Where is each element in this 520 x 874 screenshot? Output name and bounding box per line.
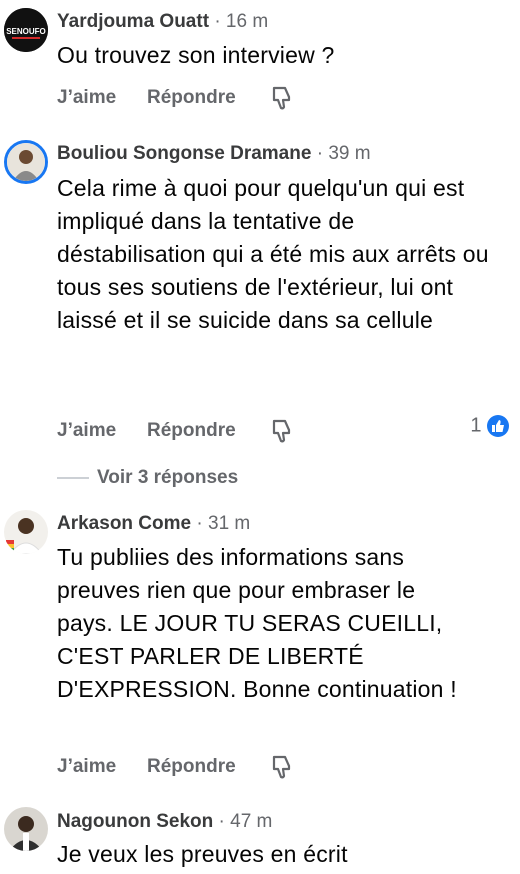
reaction-count: 1: [470, 414, 482, 437]
reply-button[interactable]: Répondre: [147, 420, 236, 442]
like-button[interactable]: J’aime: [57, 756, 116, 778]
avatar[interactable]: [4, 807, 48, 851]
comment-header: Nagounon Sekon · 47 m: [57, 811, 272, 833]
separator-dot: ·: [214, 11, 221, 32]
avatar-photo: [7, 143, 45, 181]
avatar[interactable]: [4, 510, 48, 554]
avatar[interactable]: [4, 140, 48, 184]
separator-dot: ·: [218, 811, 225, 832]
comment-header: Bouliou Songonse Dramane · 39 m: [57, 143, 371, 165]
author-name[interactable]: Arkason Come: [57, 513, 191, 534]
comment-time[interactable]: 16 m: [226, 11, 268, 32]
avatar-photo: [4, 510, 48, 554]
separator-dot: ·: [196, 513, 203, 534]
avatar-logo: SENOUFO: [4, 8, 48, 52]
reaction-summary[interactable]: 1: [470, 414, 510, 444]
comment-text: Ou trouvez son interview ?: [57, 42, 335, 68]
comment-time[interactable]: 39 m: [328, 143, 370, 164]
author-name[interactable]: Nagounon Sekon: [57, 811, 213, 832]
comment-time[interactable]: 47 m: [230, 811, 272, 832]
separator-dot: ·: [316, 143, 324, 164]
comment-time[interactable]: 31 m: [208, 513, 250, 534]
comment-header: Arkason Come · 31 m: [57, 513, 250, 535]
thumbs-down-icon[interactable]: [271, 85, 293, 111]
reply-button[interactable]: Répondre: [147, 756, 236, 778]
author-name[interactable]: Yardjouma Ouatt: [57, 11, 209, 32]
avatar-logo-text: SENOUFO: [6, 27, 46, 36]
thumbs-down-icon[interactable]: [271, 754, 293, 780]
like-button[interactable]: J’aime: [57, 420, 116, 442]
comment-header: Yardjouma Ouatt · 16 m: [57, 11, 268, 33]
like-reaction-icon: [487, 415, 509, 437]
comment-text: Je veux les preuves en écrit: [57, 841, 348, 867]
avatar[interactable]: SENOUFO: [4, 8, 48, 52]
view-replies-button[interactable]: Voir 3 réponses: [97, 467, 238, 489]
comment-text: Cela rime à quoi pour quelqu'un qui est …: [57, 175, 489, 333]
comment-text: Tu publiies des informations sans preuve…: [57, 544, 457, 702]
avatar-photo: [4, 807, 48, 851]
like-button[interactable]: J’aime: [57, 87, 116, 109]
thumbs-down-icon[interactable]: [271, 418, 293, 444]
author-name[interactable]: Bouliou Songonse Dramane: [57, 143, 311, 164]
replies-connector: [57, 477, 89, 479]
reply-button[interactable]: Répondre: [147, 87, 236, 109]
